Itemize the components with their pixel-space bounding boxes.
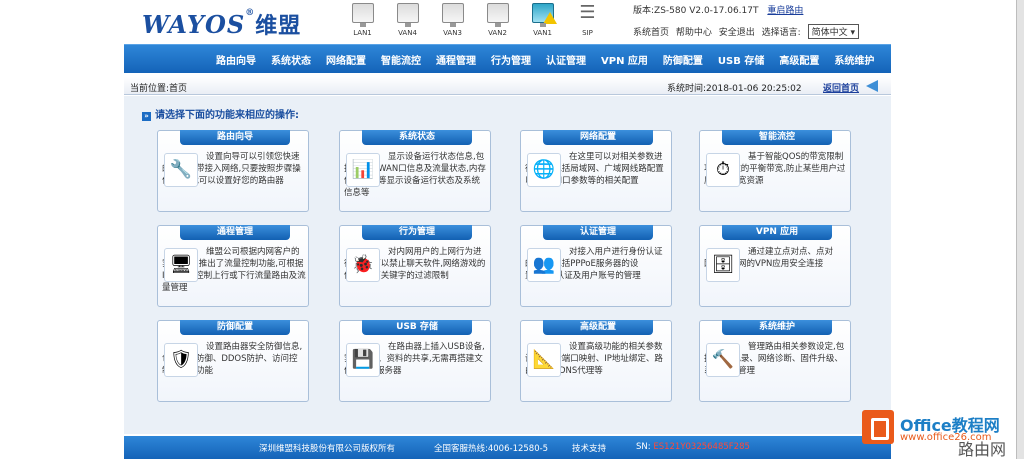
help-link[interactable]: 帮助中心 (676, 28, 712, 38)
blueprint-icon[interactable]: 📐 (527, 343, 561, 377)
satellite-icon: ☰ (579, 2, 596, 23)
bug-icon[interactable]: 🐞 (346, 248, 380, 282)
system-time: 系统时间:2018-01-06 20:25:02 (667, 84, 802, 94)
port-label: VAN3 (443, 29, 462, 37)
users-icon[interactable]: 👥 (527, 248, 561, 282)
breadcrumb: 当前位置:首页 (130, 84, 188, 94)
luyou-watermark: 路由网 (958, 440, 1007, 459)
function-card[interactable]: 维盟公司根据内网客户的实际需求,推出了流量控制功能,可根据IP地址等控制上行或下… (157, 225, 309, 307)
monitor-icon (396, 3, 419, 27)
function-card[interactable]: 对内网用户的上网行为进行管控,可以禁止聊天软件,网络游戏的使用,网页关键字的过滤… (339, 225, 491, 307)
nav-item[interactable]: 网络配置 (326, 52, 366, 67)
card-title[interactable]: 防御配置 (180, 320, 290, 335)
home-link[interactable]: 系统首页 (633, 28, 669, 38)
usb-drive-icon[interactable]: 💾 (346, 343, 380, 377)
nav-item[interactable]: 通程管理 (436, 52, 476, 67)
globe-icon[interactable]: 🌐 (527, 153, 561, 187)
monitor-icon[interactable]: 🖥 (164, 248, 198, 282)
nav-item[interactable]: USB 存储 (718, 52, 764, 67)
function-card[interactable]: 显示设备运行状态信息,包括LAN、WAN口信息及流量状态,内存使用情况等显示设备… (339, 130, 491, 212)
card-title[interactable]: 认证管理 (543, 225, 653, 240)
port-lan1[interactable]: LAN1 (340, 3, 385, 37)
nav-item[interactable]: 智能流控 (381, 52, 421, 67)
function-card[interactable]: 通过建立点对点、点对网、网对网的VPN应用安全连接 🗄 VPN 应用 (699, 225, 851, 307)
function-card[interactable]: 对接入用户进行身份认证的操作,包括PPPoE服务器的设置,WEB认证及用户账号的… (520, 225, 672, 307)
nav-item[interactable]: 系统维护 (834, 52, 874, 67)
monitor-icon (351, 3, 374, 27)
port-status-bar: LAN1 VAN4 VAN3 VAN2 VAN1 ☰ SIP (340, 3, 610, 37)
card-title[interactable]: USB 存储 (362, 320, 472, 335)
card-title[interactable]: 系统维护 (722, 320, 832, 335)
tech-support-link[interactable]: 技术支持 (572, 442, 606, 454)
port-label: VAN2 (488, 29, 507, 37)
double-chevron-icon: » (142, 112, 151, 121)
port-label: LAN1 (353, 29, 372, 37)
card-title[interactable]: 系统状态 (362, 130, 472, 145)
nav-item[interactable]: 认证管理 (546, 52, 586, 67)
tools-icon[interactable]: 🔧 (164, 153, 198, 187)
language-select[interactable]: 简体中文 (807, 24, 859, 39)
function-card[interactable]: 在路由器上插入USB设备,实现文件、资料的共享,无需再搭建文件、FTP服务器💾U… (339, 320, 491, 402)
serial-number: SN: ES121Y03256485F285 (636, 442, 750, 452)
function-card[interactable]: 在这里可以对相关参数进行设置,包括局域网、广域网线路配置以及WAN口参数等的相关… (520, 130, 672, 212)
main-nav: 路由向导 系统状态 网络配置 智能流控 通程管理 行为管理 认证管理 VPN 应用 防御配置 US… (124, 44, 891, 73)
port-van4[interactable]: VAN4 (385, 3, 430, 37)
scrollbar[interactable] (1016, 0, 1024, 459)
office-logo-icon (862, 410, 894, 444)
function-card[interactable]: 基于智能QOS的带宽限制功能,有效的平衡带宽,防止某些用户过度占用带宽资源⏱智能… (699, 130, 851, 212)
nav-item[interactable]: 高级配置 (779, 52, 819, 67)
port-label: VAN4 (398, 29, 417, 37)
function-card[interactable]: 管理路由相关参数设定,包括:日志记录、网络诊断、固件升级、系统参数管理🔨系统维护 (699, 320, 851, 402)
card-title[interactable]: 高级配置 (543, 320, 653, 335)
instruction-text: » 请选择下面的功能来相应的操作: (142, 106, 299, 121)
reboot-link[interactable]: 重启路由 (767, 6, 803, 16)
monitor-icon (531, 3, 557, 27)
function-panel: » 请选择下面的功能来相应的操作: 设置向导可以引领您快速的完成宽带接入网络,只要… (124, 96, 891, 434)
function-card[interactable]: 设置高级功能的相关参数设置,包括端口映射、IP地址绑定、路由设置、DNS代理等 📐… (520, 320, 672, 402)
port-label: VAN1 (533, 29, 552, 37)
language-label: 选择语言: (761, 28, 801, 38)
logout-link[interactable]: 安全退出 (719, 28, 755, 38)
function-card[interactable]: 设置向导可以引领您快速的完成宽带接入网络,只要按照步骤操作完成,就可以设置好您的… (157, 130, 309, 212)
port-label: SIP (582, 29, 593, 37)
status-chart-icon[interactable]: 📊 (346, 153, 380, 187)
shield-icon[interactable]: 🛡 (164, 343, 198, 377)
wayos-logo: WAYOS®维盟 (142, 8, 302, 39)
card-title[interactable]: 网络配置 (543, 130, 653, 145)
card-title[interactable]: 行为管理 (362, 225, 472, 240)
card-title[interactable]: 通程管理 (180, 225, 290, 240)
nav-item[interactable]: 行为管理 (491, 52, 531, 67)
header: WAYOS®维盟 LAN1 VAN4 VAN3 VAN2 VAN1 ☰ SIP 版本:ZS-… (124, 0, 891, 44)
nav-item[interactable]: 防御配置 (663, 52, 703, 67)
page: WAYOS®维盟 LAN1 VAN4 VAN3 VAN2 VAN1 ☰ SIP 版本:ZS-… (0, 0, 1024, 459)
monitor-icon (486, 3, 509, 27)
gauge-icon[interactable]: ⏱ (706, 153, 740, 187)
card-title[interactable]: VPN 应用 (722, 225, 832, 240)
nav-item[interactable]: VPN 应用 (601, 52, 648, 67)
nav-item[interactable]: 系统状态 (271, 52, 311, 67)
wrench-icon[interactable]: 🔨 (706, 343, 740, 377)
port-sip[interactable]: ☰ SIP (565, 2, 610, 38)
server-icon[interactable]: 🗄 (706, 248, 740, 282)
card-title[interactable]: 智能流控 (722, 130, 832, 145)
back-arrow-icon[interactable] (866, 80, 878, 92)
card-title[interactable]: 路由向导 (180, 130, 290, 145)
function-card[interactable]: 设置路由器安全防御信息,包括ARP防御、DDOS防护、访问控制等安全功能🛡防御配… (157, 320, 309, 402)
router-admin-app: WAYOS®维盟 LAN1 VAN4 VAN3 VAN2 VAN1 ☰ SIP 版本:ZS-… (124, 0, 891, 459)
footer: 深圳维盟科技股份有限公司版权所有 全国客服热线:4006-12580-5 技术支… (124, 436, 891, 459)
nav-item[interactable]: 路由向导 (216, 52, 256, 67)
back-home-link[interactable]: 返回首页 (823, 81, 859, 94)
header-info: 版本:ZS-580 V2.0-17.06.17T 重启路由 系统首页 帮助中心 … (633, 3, 888, 39)
hotline: 全国客服热线:4006-12580-5 (434, 444, 549, 454)
port-van2[interactable]: VAN2 (475, 3, 520, 37)
location-bar: 当前位置:首页 系统时间:2018-01-06 20:25:02 返回首页 (124, 77, 891, 95)
port-van3[interactable]: VAN3 (430, 3, 475, 37)
monitor-icon (441, 3, 464, 27)
warning-icon (542, 12, 557, 24)
firmware-version: 版本:ZS-580 V2.0-17.06.17T (633, 6, 759, 16)
copyright: 深圳维盟科技股份有限公司版权所有 (259, 444, 396, 454)
port-van1[interactable]: VAN1 (520, 3, 565, 37)
